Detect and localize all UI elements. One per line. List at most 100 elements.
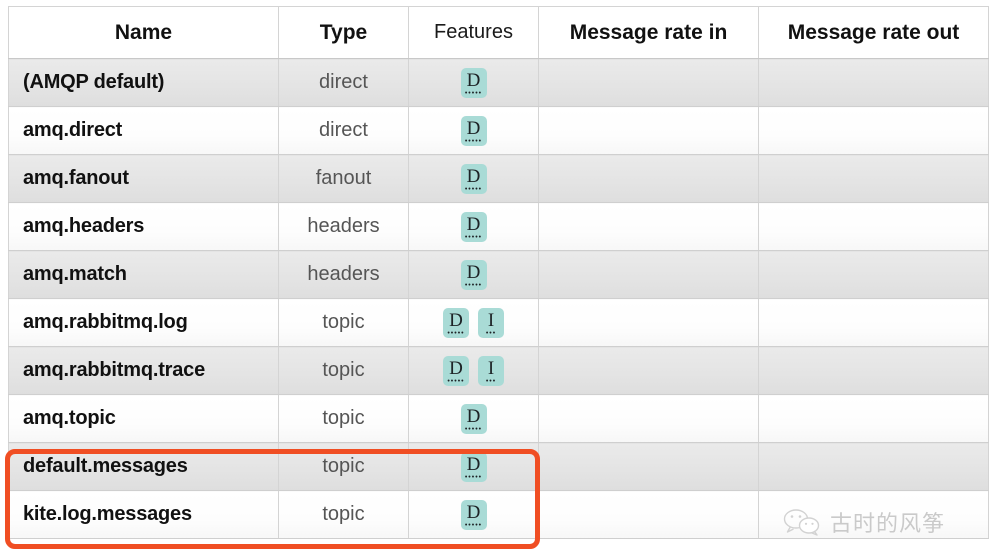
cell-message-rate-out [759,203,989,251]
cell-exchange-name[interactable]: amq.rabbitmq.log [9,299,279,347]
feature-badge-letter: D [449,311,463,330]
feature-badge-group: D••••• I••• [423,356,524,386]
feature-badge-group: D••••• [423,116,524,146]
table-row[interactable]: (AMQP default)direct D••••• [9,59,989,107]
cell-exchange-name[interactable]: default.messages [9,443,279,491]
feature-badge-letter: D [467,407,481,426]
feature-badge-group: D••••• [423,452,524,482]
cell-exchange-type: topic [279,395,409,443]
table-row[interactable]: amq.rabbitmq.tracetopic D••••• I••• [9,347,989,395]
feature-badge-underline: ••• [486,379,496,384]
feature-badge-letter: D [467,119,481,138]
table-row[interactable]: default.messagestopic D••••• [9,443,989,491]
cell-exchange-type: topic [279,491,409,539]
cell-exchange-type: headers [279,203,409,251]
feature-badge-i-icon: I••• [478,308,504,338]
cell-message-rate-out [759,251,989,299]
column-header-message-rate-out[interactable]: Message rate out [759,7,989,59]
cell-message-rate-out [759,299,989,347]
feature-badge-letter: D [467,167,481,186]
feature-badge-letter: D [467,503,481,522]
cell-message-rate-in [539,491,759,539]
column-header-type[interactable]: Type [279,7,409,59]
cell-message-rate-out [759,443,989,491]
cell-features: D••••• [409,203,539,251]
table-row[interactable]: amq.topictopic D••••• [9,395,989,443]
cell-message-rate-out [759,347,989,395]
feature-badge-d-icon: D••••• [461,68,487,98]
cell-exchange-type: direct [279,107,409,155]
column-header-features: Features [409,7,539,59]
feature-badge-underline: ••••• [447,331,464,336]
cell-exchange-name[interactable]: amq.topic [9,395,279,443]
cell-message-rate-in [539,347,759,395]
cell-message-rate-in [539,203,759,251]
cell-message-rate-in [539,251,759,299]
cell-exchange-name[interactable]: amq.rabbitmq.trace [9,347,279,395]
feature-badge-d-icon: D••••• [461,452,487,482]
feature-badge-letter: D [449,359,463,378]
cell-features: D••••• [409,251,539,299]
feature-badge-group: D••••• I••• [423,308,524,338]
column-header-name[interactable]: Name [9,7,279,59]
cell-features: D••••• [409,443,539,491]
cell-exchange-type: fanout [279,155,409,203]
cell-exchange-name[interactable]: amq.headers [9,203,279,251]
exchanges-table-container: Name Type Features Message rate in Messa… [8,6,988,539]
feature-badge-underline: ••••• [465,139,482,144]
feature-badge-letter: I [488,359,494,378]
column-header-message-rate-in[interactable]: Message rate in [539,7,759,59]
cell-exchange-type: direct [279,59,409,107]
table-row[interactable]: amq.directdirect D••••• [9,107,989,155]
feature-badge-underline: ••••• [465,235,482,240]
cell-message-rate-out [759,395,989,443]
cell-features: D••••• [409,491,539,539]
feature-badge-group: D••••• [423,404,524,434]
feature-badge-letter: D [467,215,481,234]
feature-badge-d-icon: D••••• [461,164,487,194]
feature-badge-underline: ••••• [465,427,482,432]
cell-exchange-name[interactable]: amq.fanout [9,155,279,203]
feature-badge-underline: ••••• [465,475,482,480]
cell-features: D••••• I••• [409,299,539,347]
cell-exchange-name[interactable]: kite.log.messages [9,491,279,539]
exchanges-table-screenshot: Name Type Features Message rate in Messa… [0,0,1000,555]
cell-exchange-name[interactable]: (AMQP default) [9,59,279,107]
feature-badge-group: D••••• [423,260,524,290]
cell-features: D••••• [409,155,539,203]
feature-badge-d-icon: D••••• [443,356,469,386]
cell-exchange-name[interactable]: amq.direct [9,107,279,155]
table-row[interactable]: amq.rabbitmq.logtopicD•••••I••• [9,299,989,347]
feature-badge-underline: ••• [486,331,496,336]
feature-badge-d-icon: D••••• [443,308,469,338]
feature-badge-i-icon: I••• [478,356,504,386]
cell-message-rate-in [539,107,759,155]
feature-badge-group: D••••• [423,212,524,242]
cell-message-rate-out [759,59,989,107]
cell-exchange-name[interactable]: amq.match [9,251,279,299]
cell-message-rate-in [539,59,759,107]
cell-message-rate-in [539,443,759,491]
cell-message-rate-out [759,155,989,203]
feature-badge-d-icon: D••••• [461,260,487,290]
feature-badge-d-icon: D••••• [461,212,487,242]
table-row[interactable]: amq.headersheaders D••••• [9,203,989,251]
table-row[interactable]: amq.fanoutfanout D••••• [9,155,989,203]
feature-badge-group: D••••• [423,68,524,98]
feature-badge-underline: ••••• [447,379,464,384]
feature-badge-letter: D [467,263,481,282]
feature-badge-underline: ••••• [465,91,482,96]
cell-message-rate-in [539,155,759,203]
cell-message-rate-out [759,491,989,539]
cell-features: D••••• [409,107,539,155]
table-row[interactable]: kite.log.messagestopicD••••• [9,491,989,539]
cell-features: D••••• [409,395,539,443]
cell-exchange-type: topic [279,347,409,395]
feature-badge-underline: ••••• [465,283,482,288]
cell-exchange-type: topic [279,443,409,491]
cell-message-rate-in [539,395,759,443]
table-body: (AMQP default)directD•••••amq.directdire… [9,59,989,539]
exchanges-table: Name Type Features Message rate in Messa… [8,6,989,539]
table-row[interactable]: amq.matchheadersD••••• [9,251,989,299]
feature-badge-group: D••••• [423,164,524,194]
